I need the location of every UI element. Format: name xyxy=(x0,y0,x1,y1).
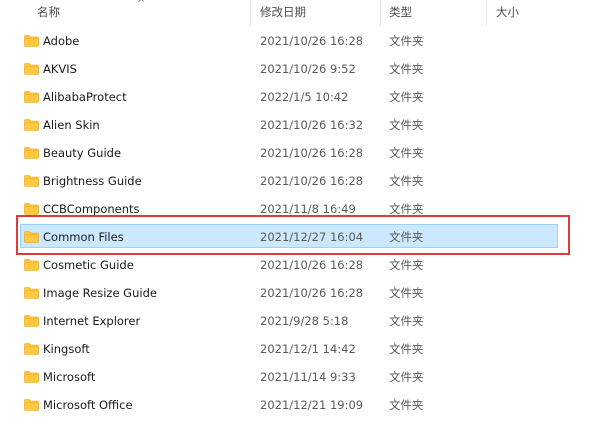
file-type: 文件夹 xyxy=(389,314,424,328)
folder-icon xyxy=(24,371,39,383)
file-type: 文件夹 xyxy=(389,230,424,244)
modified-date: 2022/1/5 10:42 xyxy=(260,90,349,104)
table-row[interactable]: CCBComponents 2021/11/8 16:49 文件夹 xyxy=(0,195,605,223)
file-name[interactable]: Brightness Guide xyxy=(43,167,142,195)
file-name[interactable]: Internet Explorer xyxy=(43,307,140,335)
modified-date: 2021/10/26 16:28 xyxy=(260,146,364,160)
folder-icon xyxy=(24,147,39,159)
folder-icon xyxy=(24,63,39,75)
column-header-size[interactable]: 大小 xyxy=(496,0,519,26)
file-type: 文件夹 xyxy=(389,342,424,356)
file-name[interactable]: Microsoft Office xyxy=(43,391,133,419)
folder-icon xyxy=(24,343,39,355)
modified-date: 2021/10/26 16:28 xyxy=(260,258,364,272)
table-row[interactable]: Image Resize Guide 2021/10/26 16:28 文件夹 xyxy=(0,279,605,307)
column-header-name[interactable]: 名称 xyxy=(37,0,60,26)
table-row[interactable]: Adobe 2021/10/26 16:28 文件夹 xyxy=(0,27,605,55)
table-row[interactable]: AKVIS 2021/10/26 9:52 文件夹 xyxy=(0,55,605,83)
modified-date: 2021/11/8 16:49 xyxy=(260,202,356,216)
file-name[interactable]: Kingsoft xyxy=(43,335,90,363)
file-name[interactable]: Beauty Guide xyxy=(43,139,121,167)
file-type: 文件夹 xyxy=(389,118,424,132)
file-name[interactable]: AKVIS xyxy=(43,55,77,83)
modified-date: 2021/10/26 16:28 xyxy=(260,286,364,300)
column-divider[interactable] xyxy=(486,0,487,26)
file-type: 文件夹 xyxy=(389,90,424,104)
table-row[interactable]: Alien Skin 2021/10/26 16:32 文件夹 xyxy=(0,111,605,139)
file-type: 文件夹 xyxy=(389,62,424,76)
folder-icon xyxy=(24,287,39,299)
file-name[interactable]: Common Files xyxy=(43,223,124,251)
table-row[interactable]: Brightness Guide 2021/10/26 16:28 文件夹 xyxy=(0,167,605,195)
modified-date: 2021/10/26 16:28 xyxy=(260,34,364,48)
file-list: Adobe 2021/10/26 16:28 文件夹 AKVIS 2021/10/26 … xyxy=(0,27,605,419)
table-row[interactable]: Common Files 2021/12/27 16:04 文件夹 xyxy=(0,223,605,251)
file-type: 文件夹 xyxy=(389,398,424,412)
modified-date: 2021/10/26 16:32 xyxy=(260,118,364,132)
table-row[interactable]: Microsoft 2021/11/14 9:33 文件夹 xyxy=(0,363,605,391)
folder-icon xyxy=(24,203,39,215)
folder-icon xyxy=(24,175,39,187)
file-explorer-list: 名称 ^ 修改日期 类型 大小 Adobe 2021/10/26 16:28 文件夹… xyxy=(0,0,605,428)
file-name[interactable]: Image Resize Guide xyxy=(43,279,157,307)
table-row[interactable]: Cosmetic Guide 2021/10/26 16:28 文件夹 xyxy=(0,251,605,279)
column-header-type[interactable]: 类型 xyxy=(389,0,412,26)
modified-date: 2021/11/14 9:33 xyxy=(260,370,356,384)
column-header-bar: 名称 ^ 修改日期 类型 大小 xyxy=(0,0,605,26)
modified-date: 2021/12/21 19:09 xyxy=(260,398,364,412)
table-row[interactable]: Beauty Guide 2021/10/26 16:28 文件夹 xyxy=(0,139,605,167)
table-row[interactable]: Microsoft Office 2021/12/21 19:09 文件夹 xyxy=(0,391,605,419)
file-type: 文件夹 xyxy=(389,34,424,48)
column-header-date[interactable]: 修改日期 xyxy=(260,0,306,26)
column-divider[interactable] xyxy=(380,0,381,26)
file-type: 文件夹 xyxy=(389,286,424,300)
file-type: 文件夹 xyxy=(389,146,424,160)
file-type: 文件夹 xyxy=(389,258,424,272)
column-divider[interactable] xyxy=(250,0,251,26)
file-name[interactable]: Cosmetic Guide xyxy=(43,251,134,279)
modified-date: 2021/12/1 14:42 xyxy=(260,342,356,356)
modified-date: 2021/9/28 5:18 xyxy=(260,314,349,328)
file-name[interactable]: AlibabaProtect xyxy=(43,83,127,111)
sort-ascending-icon: ^ xyxy=(137,0,146,9)
file-type: 文件夹 xyxy=(389,202,424,216)
folder-icon xyxy=(24,119,39,131)
file-name[interactable]: Alien Skin xyxy=(43,111,100,139)
table-row[interactable]: AlibabaProtect 2022/1/5 10:42 文件夹 xyxy=(0,83,605,111)
folder-icon xyxy=(24,315,39,327)
folder-icon xyxy=(24,91,39,103)
file-name[interactable]: CCBComponents xyxy=(43,195,140,223)
file-name[interactable]: Adobe xyxy=(43,27,79,55)
file-name[interactable]: Microsoft xyxy=(43,363,95,391)
table-row[interactable]: Internet Explorer 2021/9/28 5:18 文件夹 xyxy=(0,307,605,335)
folder-icon xyxy=(24,231,39,243)
modified-date: 2021/12/27 16:04 xyxy=(260,230,364,244)
file-type: 文件夹 xyxy=(389,174,424,188)
modified-date: 2021/10/26 16:28 xyxy=(260,174,364,188)
table-row[interactable]: Kingsoft 2021/12/1 14:42 文件夹 xyxy=(0,335,605,363)
folder-icon xyxy=(24,35,39,47)
modified-date: 2021/10/26 9:52 xyxy=(260,62,356,76)
folder-icon xyxy=(24,259,39,271)
scrollbar-track[interactable] xyxy=(595,0,605,428)
file-type: 文件夹 xyxy=(389,370,424,384)
folder-icon xyxy=(24,399,39,411)
